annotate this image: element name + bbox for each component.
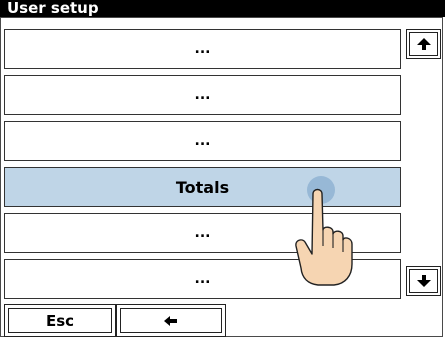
title-bar: User setup: [0, 0, 445, 17]
list-item[interactable]: ...: [4, 121, 401, 161]
list-item-label: ...: [194, 41, 211, 57]
list-item[interactable]: ...: [4, 75, 401, 115]
arrow-left-icon: [164, 315, 177, 326]
arrow-down-icon: [417, 275, 431, 287]
footer-bar: Esc: [4, 304, 226, 337]
list-item-label: ...: [194, 133, 211, 149]
touch-hand-icon: [295, 176, 353, 286]
esc-button-label: Esc: [45, 311, 75, 330]
list-item-label: ...: [194, 225, 211, 241]
scroll-up-button[interactable]: [406, 29, 441, 59]
list-item-label: Totals: [175, 177, 230, 197]
scroll-down-button[interactable]: [406, 266, 441, 296]
list-item[interactable]: ...: [4, 29, 401, 69]
list-item-label: ...: [194, 271, 211, 287]
esc-button[interactable]: Esc: [4, 304, 116, 337]
arrow-up-icon: [417, 38, 431, 50]
list-item-label: ...: [194, 87, 211, 103]
back-button[interactable]: [116, 304, 226, 337]
window-title: User setup: [7, 0, 99, 17]
